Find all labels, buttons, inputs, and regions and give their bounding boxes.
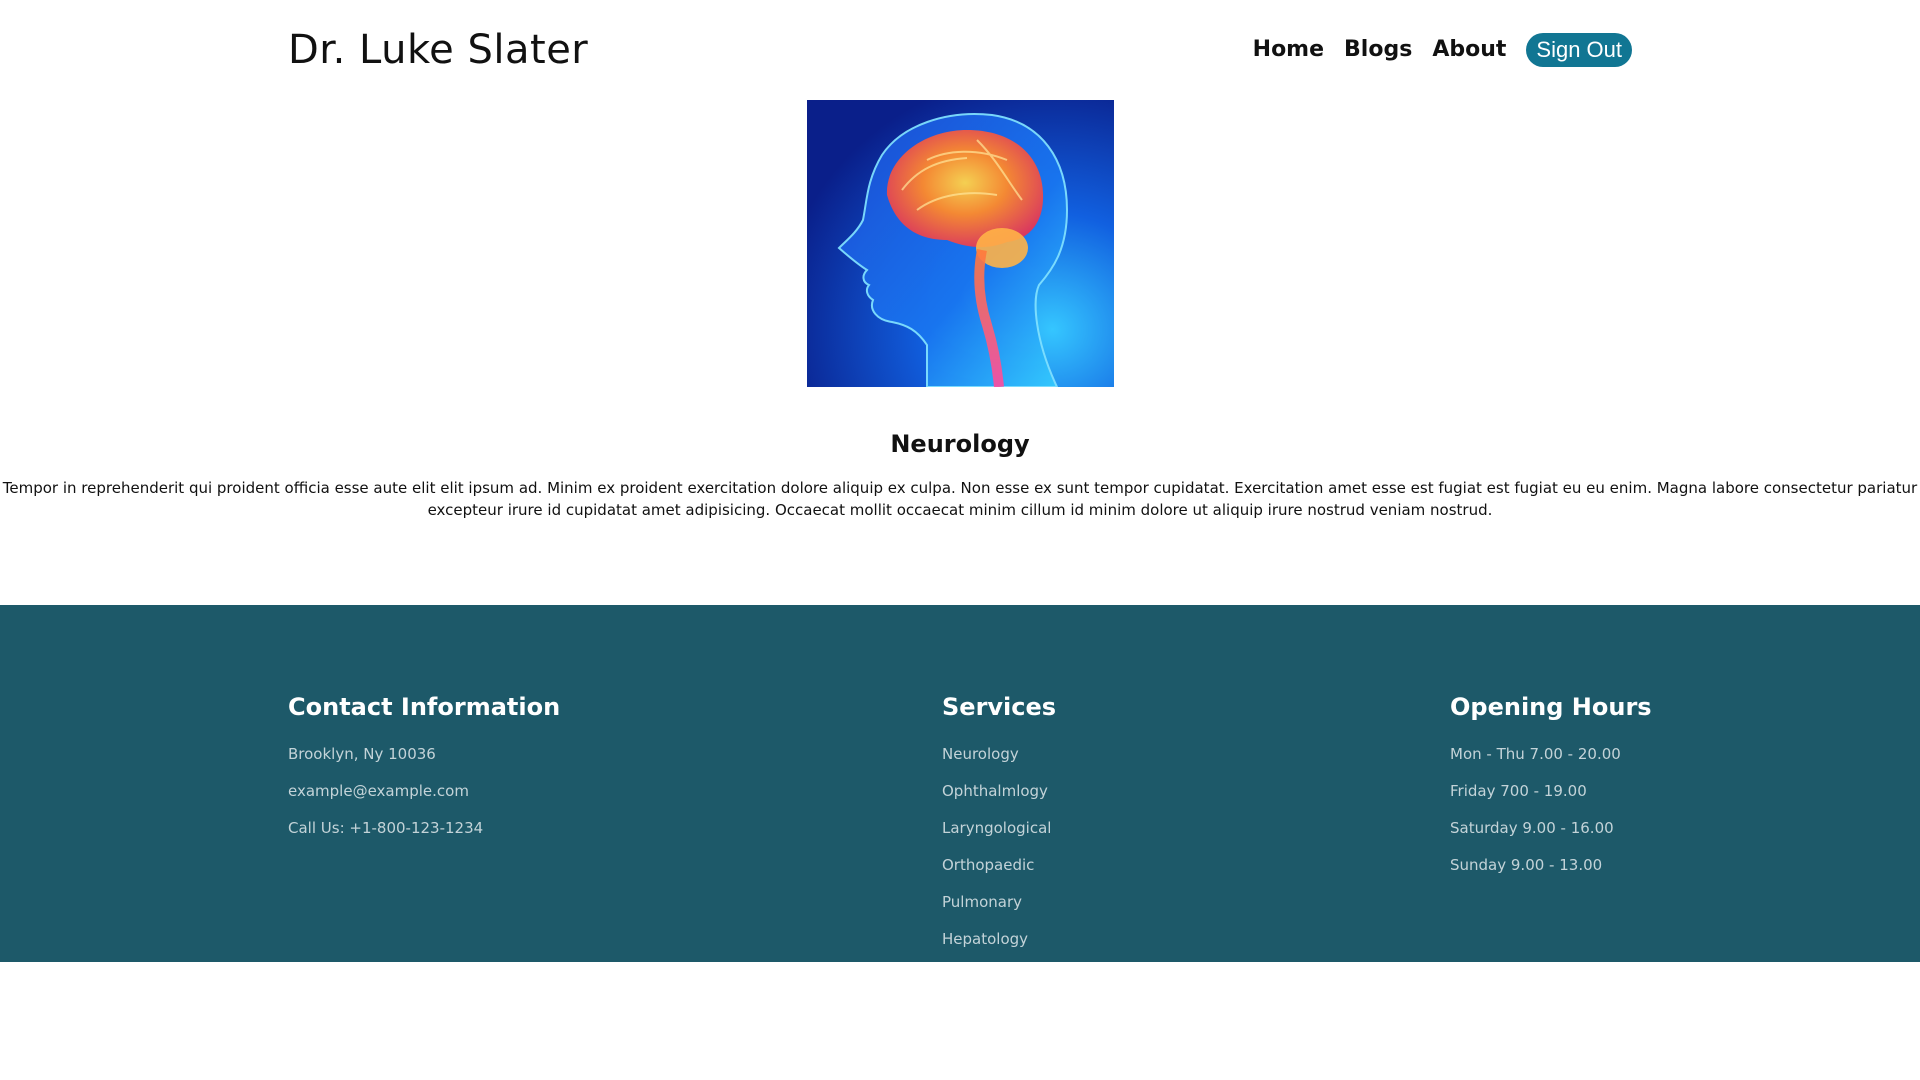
services-list: Neurology Ophthalmlogy Laryngological Or… [942,743,1056,965]
nav-home-link[interactable]: Home [1253,33,1324,67]
page-description: Tempor in reprehenderit qui proident off… [2,479,1918,519]
site-header: Dr. Luke Slater Home Blogs About Sign Ou… [0,0,1920,100]
sign-out-button[interactable]: Sign Out [1526,33,1632,67]
service-item[interactable]: Neurology [942,743,1056,780]
service-item[interactable]: Orthopaedic [942,854,1056,891]
service-item[interactable]: Hepatology [942,928,1056,965]
hours-list: Mon - Thu 7.00 - 20.00 Friday 700 - 19.0… [1450,743,1652,891]
service-item[interactable]: Pulmonary [942,891,1056,928]
contact-list: Brooklyn, Ny 10036 example@example.com C… [288,743,560,854]
page-title: Neurology [890,430,1030,459]
hours-item: Mon - Thu 7.00 - 20.00 [1450,745,1621,763]
site-brand[interactable]: Dr. Luke Slater [288,22,588,78]
hours-heading: Opening Hours [1450,693,1652,721]
brain-scan-image [807,100,1114,387]
nav-blogs-link[interactable]: Blogs [1344,33,1412,67]
brain-scan-illustration [807,100,1114,387]
main-nav: Home Blogs About Sign Out [1253,33,1632,67]
contact-heading: Contact Information [288,693,561,721]
hours-item: Sunday 9.00 - 13.00 [1450,856,1603,874]
services-heading: Services [942,693,1057,721]
site-footer: Contact Information Brooklyn, Ny 10036 e… [0,605,1920,962]
service-item[interactable]: Laryngological [942,817,1056,854]
opening-hours-section: Opening Hours Mon - Thu 7.00 - 20.00 Fri… [1450,685,1652,891]
contact-address: Brooklyn, Ny 10036 [288,745,436,763]
contact-phone[interactable]: Call Us: +1-800-123-1234 [288,817,560,854]
services-section: Services Neurology Ophthalmlogy Laryngol… [942,685,1056,965]
contact-email[interactable]: example@example.com [288,780,560,817]
service-item[interactable]: Ophthalmlogy [942,780,1056,817]
nav-about-link[interactable]: About [1432,33,1506,67]
hours-item: Saturday 9.00 - 16.00 [1450,819,1614,837]
hours-item: Friday 700 - 19.00 [1450,782,1587,800]
contact-info-section: Contact Information Brooklyn, Ny 10036 e… [288,685,560,854]
